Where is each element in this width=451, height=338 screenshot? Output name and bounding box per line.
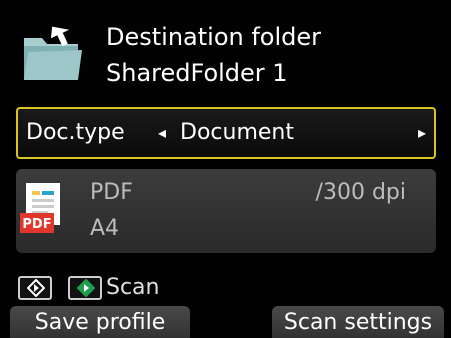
paper-size: A4	[90, 216, 120, 241]
black-start-icon	[18, 276, 52, 300]
doc-type-value: Document	[180, 120, 294, 145]
format-settings-panel[interactable]: PDF PDF /300 dpi A4	[16, 169, 436, 253]
save-profile-button[interactable]: Save profile	[10, 306, 190, 338]
scan-settings-button[interactable]: Scan settings	[272, 306, 444, 338]
doc-type-selector[interactable]: Doc.type ◂ Document ▸	[16, 107, 436, 159]
destination-folder-name: SharedFolder 1	[106, 59, 288, 87]
folder-upload-icon	[20, 20, 86, 86]
resolution-value: /300 dpi	[315, 180, 406, 205]
svg-text:PDF: PDF	[22, 217, 51, 232]
scan-label: Scan	[106, 275, 160, 300]
doc-type-label: Doc.type	[26, 120, 125, 145]
destination-title: Destination folder	[106, 23, 322, 51]
format-type: PDF	[90, 180, 133, 205]
pdf-icon: PDF	[20, 181, 66, 241]
arrow-left-icon[interactable]: ◂	[158, 122, 166, 144]
color-start-icon	[68, 276, 102, 300]
scan-screen: Destination folder SharedFolder 1 Doc.ty…	[0, 0, 451, 338]
arrow-right-icon[interactable]: ▸	[418, 122, 426, 144]
